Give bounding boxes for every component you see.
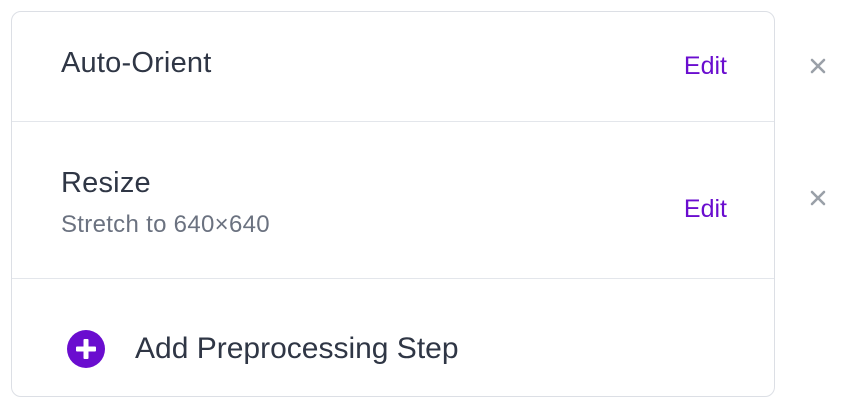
plus-circle-icon[interactable] (66, 329, 106, 369)
add-preprocessing-step-button[interactable]: Add Preprocessing Step (135, 332, 459, 366)
step-title: Resize (61, 167, 151, 199)
step-title: Auto-Orient (61, 47, 212, 79)
preprocessing-steps-card: Auto-Orient Edit Resize Stretch to 640×6… (11, 11, 775, 397)
edit-resize-button[interactable]: Edit (684, 195, 727, 224)
edit-auto-orient-button[interactable]: Edit (684, 52, 727, 81)
step-row-auto-orient: Auto-Orient Edit (12, 12, 774, 122)
close-icon[interactable] (806, 186, 830, 210)
add-step-row[interactable]: Add Preprocessing Step (12, 278, 774, 396)
step-subtitle: Stretch to 640×640 (61, 211, 270, 238)
close-icon[interactable] (806, 54, 830, 78)
preprocessing-panel: Auto-Orient Edit Resize Stretch to 640×6… (0, 0, 844, 412)
step-row-resize: Resize Stretch to 640×640 Edit (12, 121, 774, 279)
